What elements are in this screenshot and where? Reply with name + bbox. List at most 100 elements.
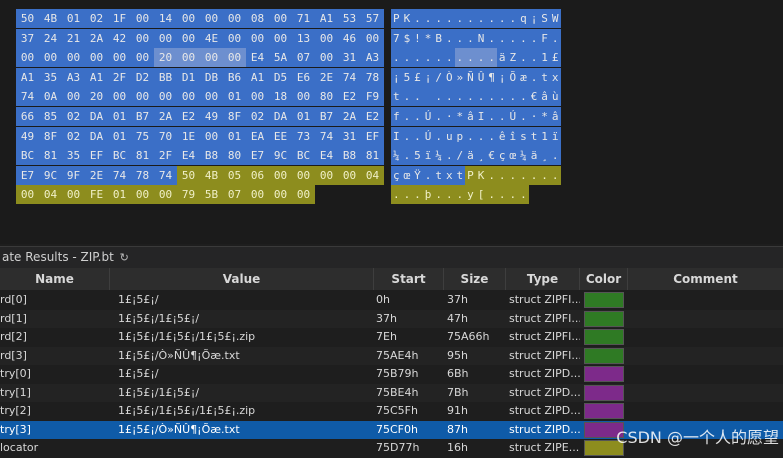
- ascii-char[interactable]: .: [486, 185, 497, 205]
- ascii-char[interactable]: Ú: [507, 107, 519, 126]
- hex-byte[interactable]: EF: [361, 126, 384, 146]
- hex-byte[interactable]: 07: [223, 185, 246, 205]
- hex-byte[interactable]: 00: [200, 126, 223, 146]
- hex-byte[interactable]: 9C: [39, 165, 62, 185]
- hex-byte[interactable]: D1: [177, 67, 200, 87]
- hex-byte[interactable]: 00: [39, 48, 62, 68]
- color-swatch[interactable]: [584, 403, 624, 419]
- ascii-char[interactable]: .: [496, 165, 508, 185]
- ascii-char[interactable]: .: [454, 9, 466, 28]
- hex-byte[interactable]: 00: [269, 9, 292, 28]
- hex-byte[interactable]: 02: [62, 126, 85, 146]
- ascii-char[interactable]: .: [412, 185, 423, 205]
- ascii-char[interactable]: .: [496, 87, 508, 107]
- ascii-char[interactable]: .: [486, 48, 497, 68]
- hex-byte[interactable]: FE: [85, 185, 108, 205]
- ascii-char[interactable]: I: [475, 107, 487, 126]
- hex-byte[interactable]: 00: [131, 48, 154, 68]
- hex-byte[interactable]: 18: [269, 87, 292, 107]
- hex-byte[interactable]: 07: [292, 48, 315, 68]
- hex-byte[interactable]: 01: [108, 185, 131, 205]
- hex-byte[interactable]: E7: [16, 165, 39, 185]
- ascii-char[interactable]: .: [507, 9, 519, 28]
- ascii-char[interactable]: .: [486, 126, 497, 146]
- table-row[interactable]: rd[1] 1£¡5£¡/1£¡5£¡/ 37h 47h struct ZIPFI...: [0, 309, 783, 328]
- color-swatch[interactable]: [584, 310, 624, 327]
- ascii-char[interactable]: /: [433, 67, 444, 87]
- ascii-char[interactable]: q: [518, 9, 529, 28]
- hex-byte[interactable]: 46: [338, 28, 361, 48]
- ascii-char[interactable]: .: [507, 165, 519, 185]
- ascii-char[interactable]: t: [391, 87, 402, 107]
- ascii-char[interactable]: .: [433, 107, 444, 126]
- hex-byte[interactable]: 71: [292, 9, 315, 28]
- ascii-char[interactable]: t: [433, 165, 444, 185]
- ascii-char[interactable]: ä: [528, 146, 540, 166]
- hex-byte[interactable]: 24: [39, 28, 62, 48]
- ascii-char[interactable]: .: [475, 126, 487, 146]
- table-row[interactable]: rd[3] 1£¡5£¡/Ò»ÑÛ¶¡Õæ.txt 75AE4h 95h struct …: [0, 346, 783, 365]
- ascii-char[interactable]: £: [549, 48, 561, 68]
- hex-byte[interactable]: 00: [200, 48, 223, 68]
- hex-byte[interactable]: B8: [200, 146, 223, 166]
- hex-byte[interactable]: 74: [338, 67, 361, 87]
- hex-byte[interactable]: 00: [269, 165, 292, 185]
- hex-byte[interactable]: 2E: [315, 67, 338, 87]
- ascii-char[interactable]: /: [454, 146, 466, 166]
- ascii-char[interactable]: .: [465, 28, 476, 48]
- hex-byte[interactable]: 00: [154, 185, 177, 205]
- column-header-type[interactable]: Type: [506, 268, 580, 290]
- hex-byte[interactable]: 00: [131, 28, 154, 48]
- hex-byte[interactable]: 31: [338, 126, 361, 146]
- hex-byte[interactable]: 73: [292, 126, 315, 146]
- ascii-char[interactable]: .: [518, 185, 529, 205]
- hex-byte[interactable]: 5B: [200, 185, 223, 205]
- ascii-char[interactable]: ¸: [475, 146, 487, 166]
- table-row[interactable]: try[0] 1£¡5£¡/ 75B79h 6Bh struct ZIPD...: [0, 365, 783, 384]
- ascii-char[interactable]: ç: [391, 165, 402, 185]
- hex-byte[interactable]: 79: [177, 185, 200, 205]
- hex-byte[interactable]: E2: [177, 107, 200, 126]
- ascii-char[interactable]: *: [454, 107, 466, 126]
- ascii-char[interactable]: .: [443, 28, 455, 48]
- hex-byte[interactable]: 85: [39, 107, 62, 126]
- ascii-char[interactable]: Õ: [507, 67, 519, 87]
- ascii-char[interactable]: !: [412, 28, 423, 48]
- hex-byte[interactable]: 04: [361, 165, 384, 185]
- ascii-char[interactable]: .: [412, 9, 423, 28]
- ascii-char[interactable]: K: [401, 9, 413, 28]
- hex-byte[interactable]: 70: [154, 126, 177, 146]
- ascii-char[interactable]: t: [454, 165, 466, 185]
- ascii-char[interactable]: ¡: [528, 9, 540, 28]
- column-header-value[interactable]: Value: [110, 268, 374, 290]
- ascii-char[interactable]: ¼: [518, 146, 529, 166]
- ascii-char[interactable]: Z: [507, 48, 519, 68]
- hex-byte[interactable]: A3: [361, 48, 384, 68]
- hex-byte[interactable]: 81: [39, 146, 62, 166]
- color-swatch[interactable]: [584, 384, 624, 401]
- ascii-char[interactable]: ¡: [422, 67, 434, 87]
- ascii-char[interactable]: s: [518, 126, 529, 146]
- hex-byte[interactable]: 00: [200, 9, 223, 28]
- hex-byte[interactable]: EF: [85, 146, 108, 166]
- ascii-char[interactable]: N: [475, 28, 487, 48]
- ascii-char[interactable]: ·: [528, 107, 540, 126]
- ascii-char[interactable]: ç: [496, 146, 508, 166]
- ascii-char[interactable]: .: [443, 185, 455, 205]
- hex-byte[interactable]: B6: [223, 67, 246, 87]
- hex-byte[interactable]: A1: [85, 67, 108, 87]
- ascii-char[interactable]: .: [539, 165, 550, 185]
- ascii-char[interactable]: .: [443, 9, 455, 28]
- hex-byte[interactable]: 00: [177, 48, 200, 68]
- ascii-char[interactable]: ¼: [391, 146, 402, 166]
- ascii-char[interactable]: .: [401, 126, 413, 146]
- hex-byte[interactable]: 1E: [177, 126, 200, 146]
- ascii-char[interactable]: [422, 87, 434, 107]
- ascii-char[interactable]: .: [443, 146, 455, 166]
- hex-byte[interactable]: 2A: [85, 28, 108, 48]
- ascii-char[interactable]: .: [486, 28, 497, 48]
- hex-byte[interactable]: 1F: [108, 9, 131, 28]
- hex-byte[interactable]: 01: [108, 126, 131, 146]
- ascii-char[interactable]: .: [401, 87, 413, 107]
- hex-byte[interactable]: 2A: [338, 107, 361, 126]
